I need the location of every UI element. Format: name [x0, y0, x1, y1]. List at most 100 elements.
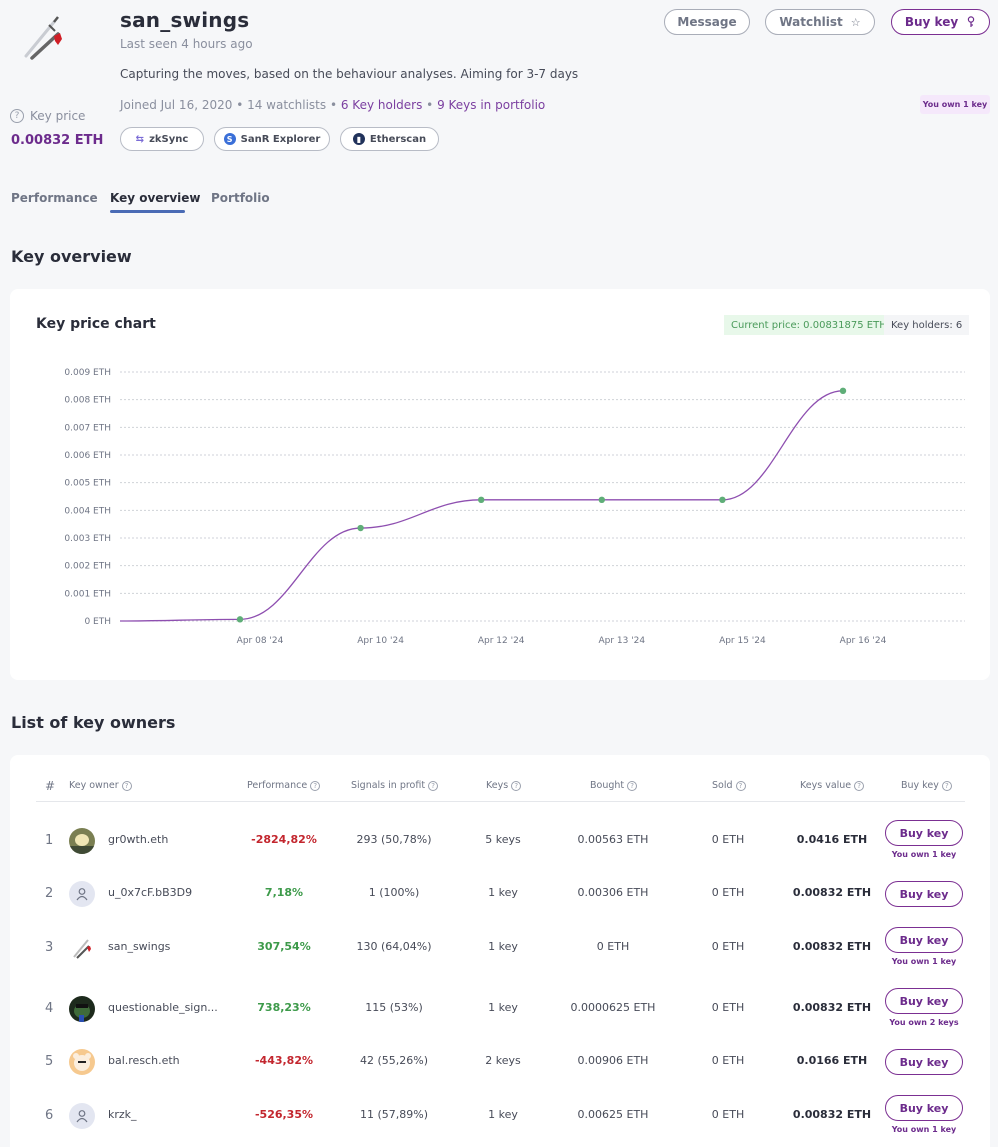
- row-index: 5: [45, 1054, 54, 1069]
- row-index: 2: [45, 886, 54, 901]
- help-icon[interactable]: ?: [310, 780, 321, 791]
- key-owners-heading: List of key owners: [11, 713, 176, 732]
- signals-in-profit: 1 (100%): [368, 886, 420, 899]
- th-sold: Sold?: [712, 780, 746, 791]
- y-tick-label: 0.008 ETH: [64, 396, 111, 406]
- y-tick-label: 0.001 ETH: [64, 589, 111, 599]
- signals-in-profit: 11 (57,89%): [359, 1108, 429, 1121]
- data-point[interactable]: [839, 387, 847, 395]
- owner-name[interactable]: bal.resch.eth: [108, 1054, 180, 1067]
- row-buy-key-button[interactable]: Buy key: [885, 1095, 963, 1121]
- user-avatar[interactable]: [69, 1049, 95, 1075]
- you-own-label: You own 2 keys: [889, 1018, 959, 1027]
- signals-in-profit: 130 (64,04%): [356, 940, 432, 953]
- help-icon[interactable]: ?: [854, 780, 865, 791]
- sold-value: 0 ETH: [711, 886, 745, 899]
- keys-count: 1 key: [488, 1108, 518, 1121]
- row-index: 3: [45, 940, 54, 955]
- table-header-divider: [36, 801, 965, 802]
- owner-name[interactable]: questionable_sign...: [108, 1001, 218, 1014]
- row-buy-key-button[interactable]: Buy key: [885, 927, 963, 953]
- row-index: 1: [45, 833, 54, 848]
- row-buy-key-button[interactable]: Buy key: [885, 1049, 963, 1075]
- y-tick-label: 0 ETH: [84, 617, 111, 627]
- default-user-icon[interactable]: [69, 1103, 95, 1129]
- performance-value: 738,23%: [257, 1001, 311, 1014]
- th-performance: Performance?: [247, 780, 321, 791]
- x-tick-label: Apr 12 '24: [478, 636, 525, 646]
- row-buy-key-button[interactable]: Buy key: [885, 820, 963, 846]
- y-tick-label: 0.009 ETH: [64, 368, 111, 378]
- data-point[interactable]: [478, 496, 485, 504]
- row-buy-key-button[interactable]: Buy key: [885, 881, 963, 907]
- th-bought: Bought?: [590, 780, 638, 791]
- row-buy-key-button[interactable]: Buy key: [885, 988, 963, 1014]
- x-tick-label: Apr 10 '24: [357, 636, 404, 646]
- keys-count: 5 keys: [485, 833, 521, 846]
- price-line: [119, 390, 844, 622]
- bought-value: 0 ETH: [596, 940, 630, 953]
- performance-value: 307,54%: [257, 940, 311, 953]
- keys-count: 2 keys: [485, 1054, 521, 1067]
- keys-value: 0.00832 ETH: [792, 1001, 872, 1014]
- th-key-owner: Key owner?: [69, 780, 132, 791]
- keys-value: 0.00832 ETH: [792, 1108, 872, 1121]
- x-tick-label: Apr 13 '24: [598, 636, 645, 646]
- help-icon[interactable]: ?: [121, 780, 132, 791]
- th-keys-value: Keys value?: [800, 780, 865, 791]
- th-index: #: [45, 779, 56, 793]
- keys-value: 0.00832 ETH: [792, 940, 872, 953]
- keys-count: 1 key: [488, 940, 518, 953]
- help-icon[interactable]: ?: [941, 780, 952, 791]
- performance-value: 7,18%: [264, 886, 304, 899]
- sold-value: 0 ETH: [711, 1108, 745, 1121]
- signals-in-profit: 293 (50,78%): [356, 833, 432, 846]
- x-tick-label: Apr 08 '24: [237, 636, 284, 646]
- you-own-label: You own 1 key: [891, 1125, 957, 1134]
- help-icon[interactable]: ?: [735, 780, 746, 791]
- y-tick-label: 0.003 ETH: [64, 534, 111, 544]
- x-tick-label: Apr 16 '24: [840, 636, 887, 646]
- sold-value: 0 ETH: [711, 1054, 745, 1067]
- performance-value: -443,82%: [254, 1054, 314, 1067]
- sold-value: 0 ETH: [711, 1001, 745, 1014]
- user-avatar[interactable]: [69, 828, 95, 854]
- help-icon[interactable]: ?: [511, 780, 522, 791]
- y-tick-label: 0.007 ETH: [64, 423, 111, 433]
- data-point[interactable]: [719, 496, 726, 504]
- bought-value: 0.00906 ETH: [577, 1054, 649, 1067]
- bought-value: 0.00306 ETH: [577, 886, 649, 899]
- th-signals: Signals in profit?: [351, 780, 439, 791]
- row-index: 6: [45, 1108, 54, 1123]
- signals-in-profit: 42 (55,26%): [359, 1054, 429, 1067]
- signals-in-profit: 115 (53%): [365, 1001, 423, 1014]
- keys-count: 1 key: [488, 886, 518, 899]
- help-icon[interactable]: ?: [428, 780, 439, 791]
- th-buy-key: Buy key?: [901, 780, 952, 791]
- you-own-label: You own 1 key: [891, 850, 957, 859]
- bought-value: 0.00625 ETH: [577, 1108, 649, 1121]
- keys-value: 0.0416 ETH: [796, 833, 868, 846]
- owner-name[interactable]: krzk_: [108, 1108, 137, 1121]
- sold-value: 0 ETH: [711, 833, 745, 846]
- y-tick-label: 0.004 ETH: [64, 506, 111, 516]
- owner-name[interactable]: gr0wth.eth: [108, 833, 168, 846]
- default-user-icon[interactable]: [69, 881, 95, 907]
- performance-value: -526,35%: [254, 1108, 314, 1121]
- y-tick-label: 0.002 ETH: [64, 562, 111, 572]
- data-point[interactable]: [598, 496, 605, 504]
- you-own-label: You own 1 key: [891, 957, 957, 966]
- th-keys: Keys?: [486, 780, 522, 791]
- user-avatar[interactable]: [69, 996, 95, 1022]
- row-index: 4: [45, 1001, 54, 1016]
- bought-value: 0.00563 ETH: [577, 833, 649, 846]
- user-avatar[interactable]: [69, 935, 95, 961]
- data-point[interactable]: [236, 616, 244, 623]
- owner-name[interactable]: san_swings: [108, 940, 170, 953]
- data-point[interactable]: [357, 524, 364, 532]
- key-price-chart: 0 ETH 0.001 ETH 0.002 ETH 0.003 ETH 0.004 ET…: [64, 368, 965, 646]
- owner-name[interactable]: u_0x7cF.bB3D9: [108, 886, 192, 899]
- keys-value: 0.00832 ETH: [792, 886, 872, 899]
- x-tick-label: Apr 15 '24: [719, 636, 766, 646]
- help-icon[interactable]: ?: [627, 780, 638, 791]
